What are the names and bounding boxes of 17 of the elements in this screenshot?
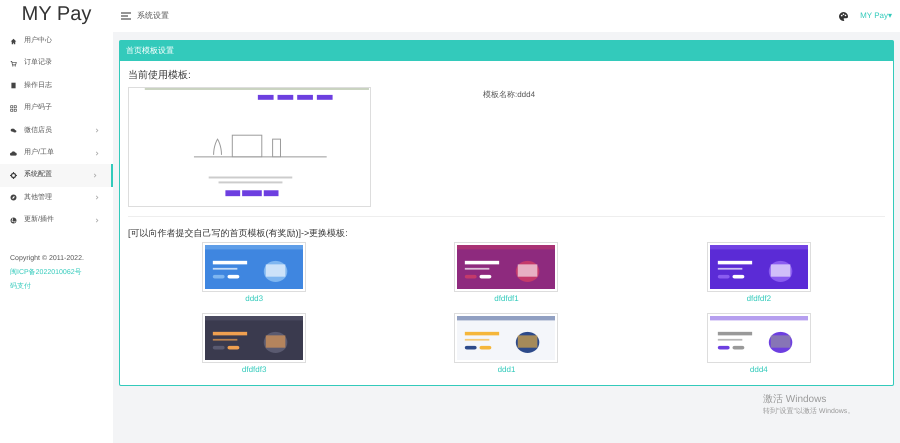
grid-icon [10,104,17,112]
brand-logo: MY Pay [22,2,92,27]
template-name: ddd4 [517,90,536,99]
template-name-label: 模板名称: [483,90,518,99]
cart-icon [10,60,17,68]
panel-title: 首页模板设置 [126,45,174,57]
home-icon [10,38,17,45]
change-template-label: [可以向作者提交自己写的首页模板(有奖励)]->更换模板: [128,227,349,240]
palette-icon[interactable] [839,12,848,20]
globe-icon [10,216,17,224]
compass-icon [10,194,17,202]
os-notice-title: 激活 Windows [763,393,828,407]
page-title: 系统设置 [137,10,169,22]
chat-bubbles-icon [10,127,17,134]
current-template-label: 当前使用模板: [128,68,192,83]
cloud-icon [10,150,17,157]
menu-icon[interactable] [121,12,131,20]
